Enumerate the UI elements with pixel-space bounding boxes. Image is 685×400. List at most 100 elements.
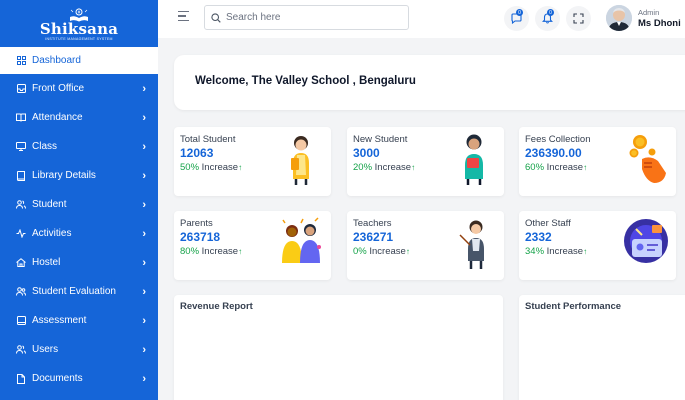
stat-value: 263718 — [180, 230, 221, 244]
stat-change-label: Increase — [199, 246, 239, 257]
stat-title: Total Student — [180, 134, 236, 145]
stat-change: 50% Increase↑ — [180, 162, 242, 173]
notifications-button[interactable]: 0 — [535, 6, 560, 31]
sidebar-item-class[interactable]: Class › — [0, 132, 158, 161]
panel-title: Student Performance — [525, 301, 622, 312]
sidebar-item-users[interactable]: Users › — [0, 335, 158, 364]
stat-value: 236271 — [353, 230, 394, 244]
stat-card-teachers[interactable]: Teachers 236271 0% Increase↑ — [347, 211, 504, 280]
stat-change-label: Increase — [366, 246, 406, 257]
grid-icon — [16, 56, 26, 66]
activity-icon — [16, 229, 26, 239]
sidebar-item-library-details[interactable]: Library Details › — [0, 161, 158, 190]
stat-change-label: Increase — [199, 162, 239, 173]
sidebar-item-label: Users — [32, 344, 59, 355]
user-role: Admin — [638, 8, 660, 17]
stat-title: Teachers — [353, 218, 392, 229]
sidebar-item-student-evaluation[interactable]: Student Evaluation › — [0, 277, 158, 306]
stat-change: 20% Increase↑ — [353, 162, 415, 173]
avatar[interactable] — [606, 5, 632, 31]
panel-title: Revenue Report — [180, 301, 253, 312]
search-box[interactable] — [204, 5, 409, 30]
stat-change-label: Increase — [544, 162, 584, 173]
chevron-right-icon: › — [142, 314, 146, 327]
user-name[interactable]: Ms Dhoni — [638, 18, 681, 29]
stat-change-percent: 60% — [525, 162, 545, 173]
sidebar-item-documents[interactable]: Documents › — [0, 364, 158, 393]
sidebar: Shiksana INSTITUTE MANAGEMENT SYSTEM Das… — [0, 0, 158, 400]
stat-change-percent: 20% — [353, 162, 373, 173]
stat-card-fees-collection[interactable]: Fees Collection 236390.00 60% Increase↑ — [519, 127, 676, 196]
stat-change-label: Increase — [544, 246, 584, 257]
chevron-right-icon: › — [142, 169, 146, 182]
stat-value: 236390.00 — [525, 146, 582, 160]
sidebar-item-label: Dashboard — [32, 55, 81, 66]
stat-title: Fees Collection — [525, 134, 591, 145]
welcome-title: Welcome, The Valley School , Bengaluru — [195, 75, 416, 87]
document-icon — [16, 373, 26, 384]
stat-title: Other Staff — [525, 218, 571, 229]
teacher-illustration — [459, 220, 484, 269]
stat-change-percent: 34% — [525, 246, 545, 257]
top-header: 0 0 Admin Ms Dhoni — [158, 0, 685, 38]
sidebar-item-label: Class — [32, 141, 58, 152]
sidebar-item-hostel[interactable]: Hostel › — [0, 248, 158, 277]
chevron-right-icon: › — [142, 343, 146, 356]
notifications-badge: 0 — [547, 9, 554, 16]
stat-change-percent: 80% — [180, 246, 200, 257]
users-icon — [16, 200, 26, 210]
stat-value: 2332 — [525, 230, 552, 244]
sidebar-item-dashboard[interactable]: Dashboard — [0, 47, 158, 74]
stat-change: 60% Increase↑ — [525, 162, 587, 173]
fullscreen-button[interactable] — [566, 6, 591, 31]
brand-logo[interactable]: Shiksana INSTITUTE MANAGEMENT SYSTEM — [0, 0, 158, 47]
tablet-icon — [16, 316, 26, 326]
coins-hand-illustration — [629, 135, 666, 183]
sidebar-item-assessment[interactable]: Assessment › — [0, 306, 158, 335]
revenue-report-panel: Revenue Report — [174, 295, 503, 400]
stat-change: 80% Increase↑ — [180, 246, 242, 257]
stat-value: 12063 — [180, 146, 214, 160]
staff-id-illustration — [624, 219, 668, 263]
sidebar-item-label: Hostel — [32, 257, 61, 268]
stat-change: 34% Increase↑ — [525, 246, 587, 257]
sidebar-item-student[interactable]: Student › — [0, 190, 158, 219]
stat-title: Parents — [180, 218, 213, 229]
arrow-up-icon: ↑ — [411, 163, 416, 172]
sidebar-item-activities[interactable]: Activities › — [0, 219, 158, 248]
sidebar-item-label: Documents — [32, 373, 83, 384]
users-icon — [16, 345, 26, 355]
home-icon — [16, 258, 26, 268]
student-illustration — [291, 136, 309, 185]
chevron-right-icon: › — [142, 227, 146, 240]
stat-card-other-staff[interactable]: Other Staff 2332 34% Increase↑ — [519, 211, 676, 280]
messages-badge: 0 — [516, 9, 523, 16]
arrow-up-icon: ↑ — [583, 163, 588, 172]
arrow-up-icon: ↑ — [405, 247, 410, 256]
menu-toggle-icon[interactable] — [178, 11, 189, 22]
stat-title: New Student — [353, 134, 408, 145]
stat-card-parents[interactable]: Parents 263718 80% Increase↑ — [174, 211, 331, 280]
chevron-right-icon: › — [142, 256, 146, 269]
book-icon — [16, 170, 26, 181]
stat-card-total-student[interactable]: Total Student 12063 50% Increase↑ — [174, 127, 331, 196]
stat-card-new-student[interactable]: New Student 3000 20% Increase↑ — [347, 127, 504, 196]
chevron-right-icon: › — [142, 82, 146, 95]
brand-name: Shiksana — [39, 19, 119, 38]
reading-student-illustration — [465, 134, 483, 185]
sidebar-nav: Dashboard Front Office › Attendance › Cl… — [0, 47, 158, 393]
sidebar-item-front-office[interactable]: Front Office › — [0, 74, 158, 103]
book-open-icon — [16, 113, 26, 123]
search-input[interactable] — [226, 12, 396, 23]
inbox-icon — [16, 84, 26, 94]
sidebar-item-label: Student Evaluation — [32, 286, 116, 297]
stat-value: 3000 — [353, 146, 380, 160]
chevron-right-icon: › — [142, 111, 146, 124]
sidebar-item-label: Attendance — [32, 112, 83, 123]
sidebar-item-attendance[interactable]: Attendance › — [0, 103, 158, 132]
messages-button[interactable]: 0 — [504, 6, 529, 31]
open-book-logo-icon — [70, 7, 88, 21]
stat-change: 0% Increase↑ — [353, 246, 410, 257]
fullscreen-icon — [573, 13, 584, 24]
arrow-up-icon: ↑ — [238, 163, 243, 172]
